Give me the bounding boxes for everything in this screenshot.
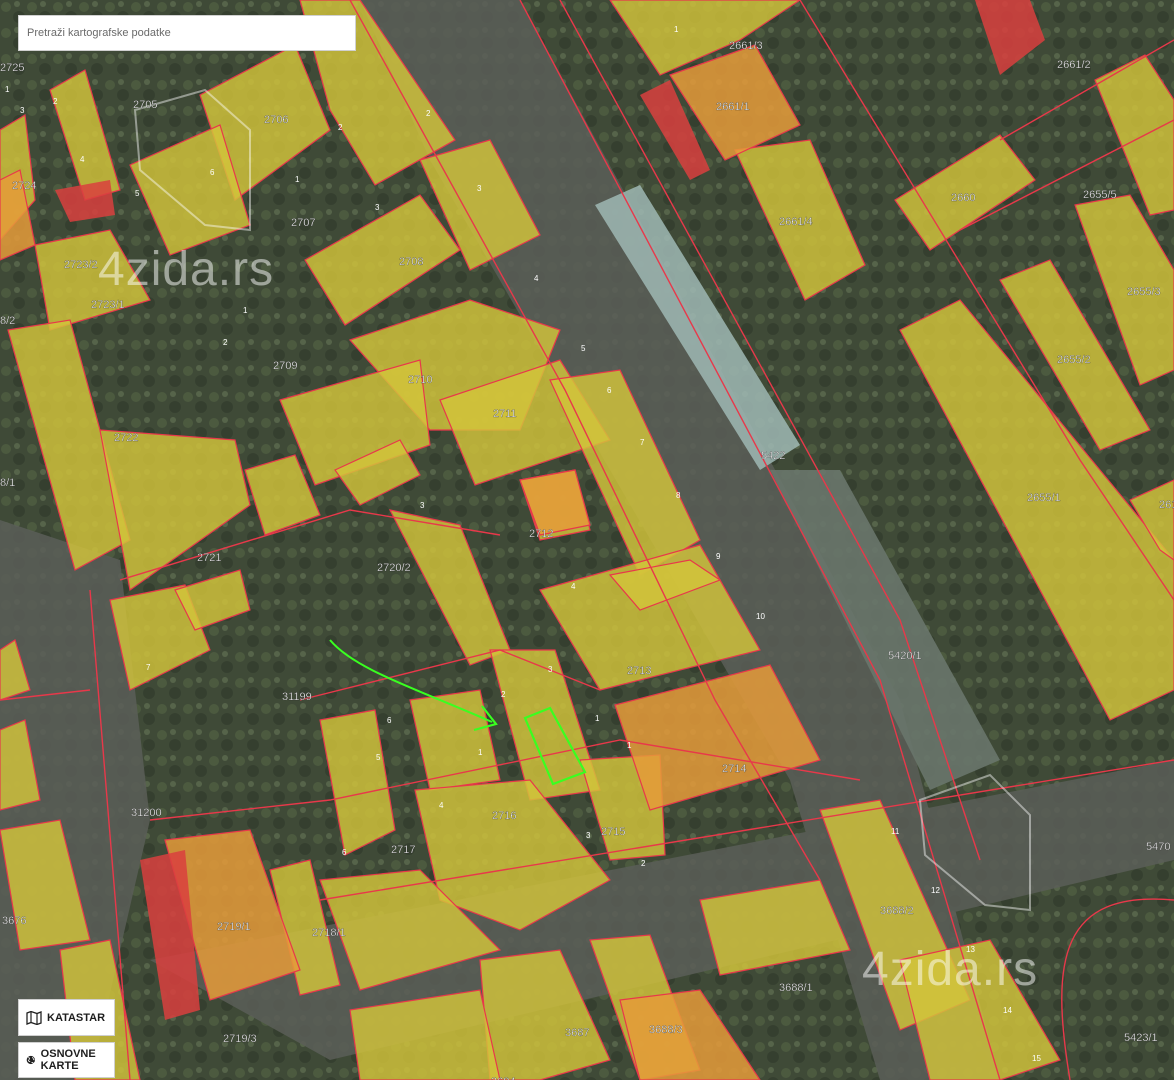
parcel-label: 2715	[601, 826, 625, 838]
parcel-label: 2722	[114, 432, 138, 444]
parcel-label: 5423/1	[1124, 1032, 1158, 1044]
parcel-label: 5420/1	[888, 650, 922, 662]
parcel-label: 2655/5	[1083, 189, 1117, 201]
parcel-label: 2724	[12, 180, 36, 192]
parcel-label: 2719/3	[223, 1033, 257, 1045]
parcel-label: 2718/1	[312, 927, 346, 939]
parcel-label: 3676	[2, 915, 26, 927]
house-number-label: 10	[756, 612, 765, 621]
house-number-label: 4	[439, 801, 444, 810]
house-number-label: 1	[674, 25, 679, 34]
parcel-label: 3688/1	[779, 982, 813, 994]
parcel-label: 2661/1	[716, 101, 750, 113]
house-number-label: 5	[135, 189, 140, 198]
house-number-label: 2	[426, 109, 431, 118]
watermark-top: 4zida.rs	[98, 243, 274, 296]
osnovne-karte-button[interactable]: OSNOVNE KARTE	[18, 1042, 115, 1078]
house-number-label: 9	[716, 552, 721, 561]
map-search-box[interactable]	[18, 15, 356, 51]
parcel-label: 2721	[197, 552, 221, 564]
parcel-label: 2655/2	[1057, 354, 1091, 366]
parcel-label: 5422	[761, 450, 785, 462]
house-number-label: 7	[146, 663, 151, 672]
house-number-label: 3	[477, 184, 482, 193]
house-number-label: 4	[571, 582, 576, 591]
parcel-label: 8/1	[0, 477, 15, 489]
watermark-bottom: 4zida.rs	[862, 943, 1038, 996]
parcel-label: 2711	[493, 408, 517, 420]
parcel-label: 2705	[133, 99, 157, 111]
house-number-label: 15	[1032, 1054, 1041, 1063]
parcel-label: 2708	[399, 256, 423, 268]
house-number-label: 6	[210, 168, 215, 177]
house-number-label: 12	[931, 886, 940, 895]
katastar-button[interactable]: KATASTAR	[18, 999, 115, 1036]
parcel-label: 2725	[0, 62, 24, 74]
house-number-label: 3	[548, 665, 553, 674]
map-icon	[26, 1010, 42, 1025]
house-number-label: 4	[534, 274, 539, 283]
parcel-label: 5470	[1146, 841, 1170, 853]
house-number-label: 3	[420, 501, 425, 510]
parcel-label: 2661/2	[1057, 59, 1091, 71]
house-number-label: 11	[891, 827, 900, 836]
parcel-label: 2661/4	[779, 216, 813, 228]
house-number-label: 2	[338, 123, 343, 132]
house-number-label: 14	[1003, 1006, 1012, 1015]
house-number-label: 6	[387, 716, 392, 725]
house-number-label: 3	[586, 831, 591, 840]
parcel-label: 31199	[282, 691, 312, 703]
house-number-label: 5	[581, 344, 586, 353]
house-number-label: 8	[676, 491, 681, 500]
parcel-label: 2713	[627, 665, 651, 677]
house-number-label: 2	[53, 97, 58, 106]
house-number-label: 4	[80, 155, 85, 164]
parcel-label: 2717	[391, 844, 415, 856]
parcel-label: 2719/1	[217, 921, 251, 933]
house-number-label: 2	[641, 859, 646, 868]
house-number-label: 1	[478, 748, 483, 757]
parcel-label: 2712	[529, 528, 553, 540]
house-number-label: 7	[640, 438, 645, 447]
parcel-label: 2716	[492, 810, 516, 822]
osnovne-karte-label: OSNOVNE KARTE	[40, 1048, 96, 1072]
parcel-label: 2655/1	[1027, 492, 1061, 504]
house-number-label: 13	[966, 945, 975, 954]
parcel-label: 2720/2	[377, 562, 411, 574]
parcel-label: 2706	[264, 114, 288, 126]
house-number-label: 5	[376, 753, 381, 762]
parcel-label: 2714	[722, 763, 746, 775]
house-number-label: 6	[607, 386, 612, 395]
parcel-label: 261	[1159, 499, 1174, 511]
house-number-label: 2	[501, 690, 506, 699]
katastar-label: KATASTAR	[47, 1011, 106, 1024]
house-number-label: 3	[375, 203, 380, 212]
parcel-label: 2723/1	[91, 299, 125, 311]
parcel-label: 2709	[273, 360, 297, 372]
house-number-label: 1	[295, 175, 300, 184]
parcel-label: 31200	[131, 807, 162, 819]
parcel-label: 2710	[408, 374, 432, 386]
parcel-label: 2723/2	[64, 259, 98, 271]
parcel-label: 2660	[951, 192, 975, 204]
parcel-label: 3688/3	[649, 1024, 683, 1036]
parcel-label: 3688/2	[880, 905, 914, 917]
cadastral-map[interactable]: 4zida.rs 4zida.rs 2725270527062724270727…	[0, 0, 1174, 1080]
house-number-label: 1	[595, 714, 600, 723]
globe-icon	[26, 1055, 35, 1065]
house-number-label: 1	[627, 741, 632, 750]
house-number-label: 2	[223, 338, 228, 347]
parcel-label: 2707	[291, 217, 315, 229]
parcel-label: 3687	[565, 1027, 589, 1039]
search-input[interactable]	[19, 16, 355, 50]
parcel-label: 2655/3	[1127, 286, 1161, 298]
parcel-label: 3684	[491, 1076, 515, 1080]
parcel-label: 2661/3	[729, 40, 763, 52]
house-number-label: 3	[20, 106, 25, 115]
house-number-label: 1	[5, 85, 10, 94]
parcel-label: 8/2	[0, 315, 15, 327]
house-number-label: 1	[243, 306, 248, 315]
house-number-label: 6	[342, 848, 347, 857]
